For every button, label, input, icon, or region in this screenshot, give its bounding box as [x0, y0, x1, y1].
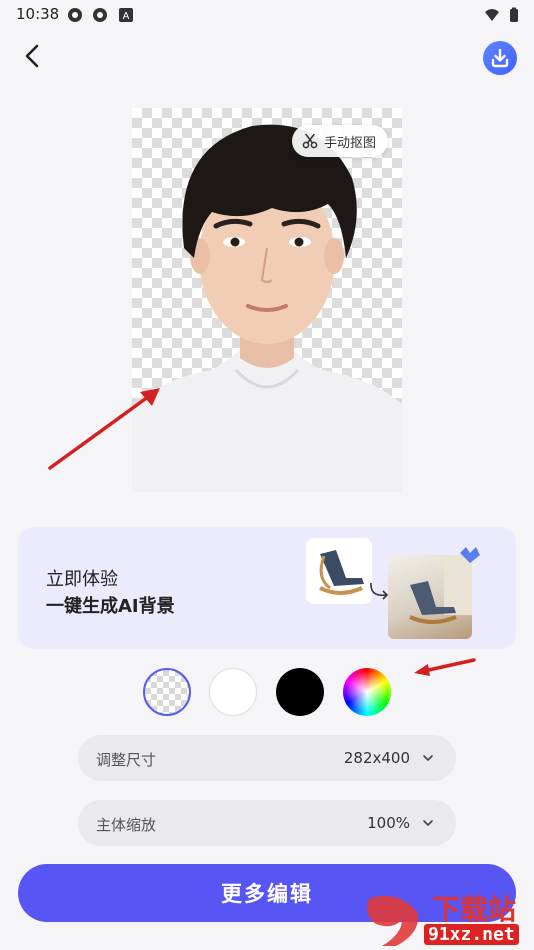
ai-background-banner[interactable]: 立即体验 一键生成AI背景 — [18, 527, 516, 649]
chair-scene-icon — [409, 555, 472, 624]
sparkle-icon — [460, 547, 480, 563]
battery-icon — [510, 7, 518, 22]
subject-scale-row[interactable]: 主体缩放 100% — [78, 800, 456, 846]
download-icon — [491, 48, 509, 68]
watermark-brand: 下载站 — [432, 893, 517, 926]
portrait-image — [132, 124, 402, 492]
subject-scale-value: 100% — [367, 814, 410, 832]
notification-icon — [93, 8, 107, 22]
cutout-photo — [132, 108, 402, 492]
chair-cutout-image — [306, 538, 372, 604]
annotation-arrow — [414, 658, 476, 676]
watermark-url: 91xz.net — [424, 924, 519, 945]
status-bar: 10:38 A — [0, 0, 534, 30]
swatch-custom-color[interactable] — [343, 668, 391, 716]
more-edit-label: 更多编辑 — [221, 882, 313, 906]
wifi-icon — [485, 9, 499, 21]
swatch-transparent[interactable] — [143, 668, 191, 716]
manual-cutout-label: 手动抠图 — [324, 135, 377, 151]
watermark-logo-icon — [367, 896, 419, 946]
chevron-down-icon — [423, 755, 433, 761]
adjust-size-value: 282x400 — [343, 749, 410, 767]
swatch-black[interactable] — [276, 668, 324, 716]
subject-scale-label: 主体缩放 — [96, 816, 157, 834]
banner-line-1: 立即体验 — [46, 569, 118, 590]
watermark-logo: 下载站 91xz.net — [362, 888, 534, 950]
download-button[interactable] — [483, 41, 517, 75]
app-a-icon: A — [119, 8, 133, 22]
notification-icon — [68, 8, 82, 22]
banner-line-2: 一键生成AI背景 — [46, 596, 175, 617]
adjust-size-row[interactable]: 调整尺寸 282x400 — [78, 735, 456, 781]
svg-text:A: A — [123, 11, 130, 22]
back-button[interactable] — [16, 40, 48, 72]
status-time: 10:38 — [16, 5, 60, 23]
swatch-white[interactable] — [209, 668, 257, 716]
scissors-icon — [302, 133, 318, 149]
chevron-down-icon — [423, 820, 433, 826]
adjust-size-label: 调整尺寸 — [96, 751, 157, 769]
ai-scene-image — [388, 555, 472, 639]
chair-icon — [319, 550, 364, 595]
manual-cutout-button[interactable]: 手动抠图 — [292, 125, 389, 157]
